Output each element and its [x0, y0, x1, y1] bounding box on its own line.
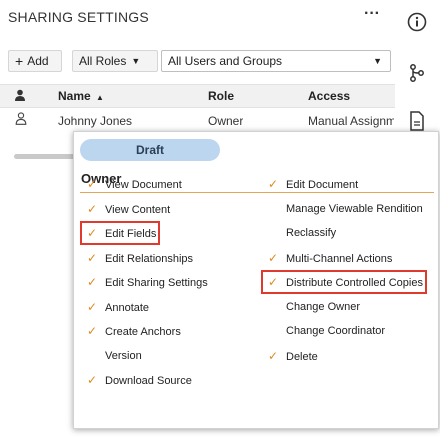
add-button[interactable]: + Add: [8, 50, 62, 72]
permission-label: Change Owner: [286, 300, 360, 313]
permission-multi-channel-actions: ✓ Multi-Channel Actions: [268, 249, 392, 267]
permission-edit-relationships: ✓ Edit Relationships: [87, 249, 193, 267]
permission-label: Reclassify: [286, 227, 337, 239]
sort-ascending-icon: ▲: [96, 93, 104, 102]
permission-view-content: ✓ View Content: [87, 200, 170, 218]
row-access: Manual Assignm: [308, 114, 394, 128]
permission-create-anchors: ✓ Create Anchors: [87, 322, 181, 340]
permission-annotate: ✓ Annotate: [87, 298, 149, 316]
roles-dropdown-label: All Roles: [79, 54, 127, 68]
checkmark-icon: ✓: [268, 250, 279, 265]
permission-label: View Content: [105, 203, 171, 216]
permission-label: View Document: [105, 179, 182, 191]
role-permissions-popup: Draft Owner ✓ View Document ✓ View Content ✓…: [73, 131, 439, 429]
checkmark-icon: ✓: [87, 201, 98, 216]
checkmark-icon: ✓: [87, 299, 98, 314]
more-options-button[interactable]: ···: [360, 6, 384, 26]
add-button-label: Add: [27, 54, 49, 68]
permission-change-owner: Change Owner: [268, 298, 360, 316]
checkmark-icon: ✓: [87, 324, 98, 338]
roles-dropdown[interactable]: All Roles ▼: [72, 50, 158, 72]
caret-down-icon: ▼: [131, 56, 141, 66]
table-row[interactable]: Johnny Jones Owner Manual Assignm: [0, 108, 395, 132]
permission-label: Delete: [286, 350, 318, 363]
info-icon[interactable]: [405, 10, 429, 34]
permission-label: Edit Document: [286, 179, 359, 191]
permission-manage-viewable-rendition: Manage Viewable Rendition: [268, 200, 423, 218]
horizontal-scrollbar[interactable]: [14, 154, 76, 159]
checkmark-icon: ✓: [87, 275, 98, 289]
plus-icon: +: [15, 53, 24, 69]
permission-reclassify: Reclassify: [268, 224, 336, 242]
column-header-role[interactable]: Role: [208, 89, 234, 103]
row-name: Johnny Jones: [58, 114, 133, 128]
row-role[interactable]: Owner: [208, 114, 243, 128]
user-outline-icon: [15, 112, 27, 128]
table-header: Name ▲ Role Access: [0, 84, 395, 108]
checkmark-icon: ✓: [268, 348, 279, 363]
permission-label: Create Anchors: [105, 326, 181, 338]
permission-version: Version: [87, 347, 142, 365]
column-header-access[interactable]: Access: [308, 89, 350, 103]
users-groups-select[interactable]: All Users and Groups ▼: [161, 50, 391, 72]
checkmark-icon: ✓: [87, 177, 98, 191]
permission-edit-sharing-settings: ✓ Edit Sharing Settings: [87, 273, 208, 291]
checkmark-icon: ✓: [87, 250, 98, 265]
highlight-box: [261, 270, 427, 294]
permission-label: Annotate: [105, 301, 150, 314]
user-icon: [14, 89, 26, 104]
permission-label: Change Coordinator: [286, 325, 386, 337]
permission-label: Edit Relationships: [105, 252, 194, 265]
document-icon[interactable]: [405, 109, 429, 133]
permission-label: Multi-Channel Actions: [286, 252, 393, 265]
permission-edit-document: ✓ Edit Document: [268, 175, 358, 193]
users-groups-select-value: All Users and Groups: [168, 54, 283, 68]
column-name-label: Name: [58, 89, 91, 103]
permission-label: Download Source: [105, 375, 192, 387]
permission-label: Manage Viewable Rendition: [286, 202, 423, 215]
workflow-icon[interactable]: [405, 61, 429, 85]
permission-delete: ✓ Delete: [268, 347, 318, 365]
highlight-box: [80, 221, 161, 245]
permission-change-coordinator: Change Coordinator: [268, 322, 385, 340]
caret-down-icon: ▼: [373, 56, 382, 66]
column-header-name[interactable]: Name ▲: [58, 89, 104, 103]
checkmark-icon: ✓: [87, 373, 98, 387]
draft-state-badge: Draft: [80, 139, 220, 161]
panel-title: SHARING SETTINGS: [8, 9, 149, 25]
permission-label: Edit Sharing Settings: [105, 277, 208, 289]
permission-view-document: ✓ View Document: [87, 175, 182, 193]
permission-download-source: ✓ Download Source: [87, 371, 192, 389]
permission-label: Version: [105, 349, 142, 362]
checkmark-icon: ✓: [268, 177, 279, 191]
